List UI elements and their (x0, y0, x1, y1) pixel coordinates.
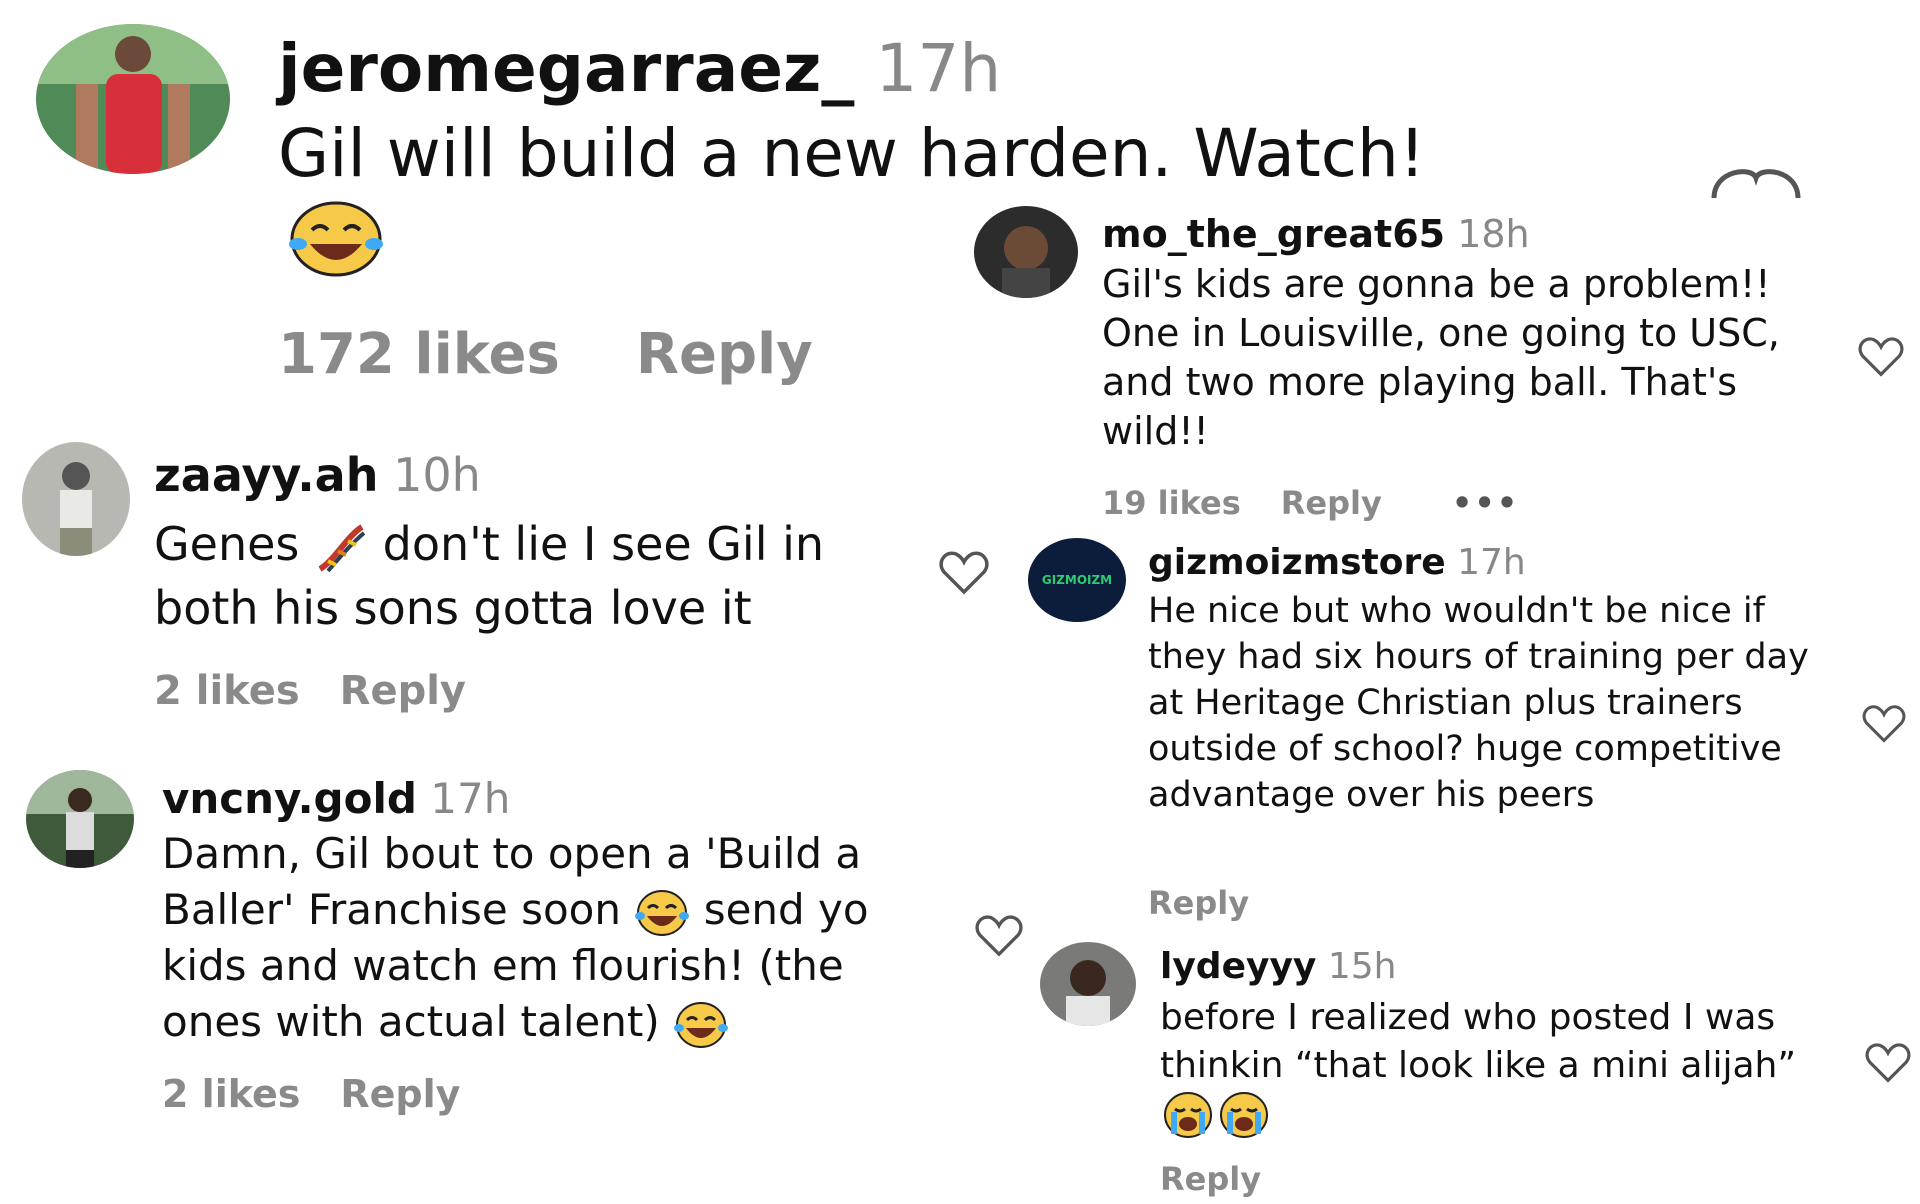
likes-count[interactable]: 2 likes (162, 1072, 300, 1116)
comment-header: mo_the_great65 18h (1102, 212, 1530, 256)
dna-icon (314, 521, 368, 575)
comment-text: Damn, Gil bout to open a 'Build a Baller… (162, 826, 902, 1050)
username[interactable]: vncny.gold (162, 774, 417, 823)
loudly-crying-face-icon (1162, 1090, 1272, 1140)
comment-meta: 2 likes Reply (154, 668, 506, 714)
timestamp: 18h (1457, 212, 1530, 256)
brand-logo-text: GIZMOIZM (1041, 573, 1113, 587)
username[interactable]: jeromegarraez_ (278, 30, 854, 107)
heart-icon[interactable] (1860, 704, 1908, 744)
reply-button[interactable]: Reply (1148, 884, 1249, 922)
reply-button[interactable]: Reply (340, 1072, 460, 1116)
username[interactable]: mo_the_great65 (1102, 212, 1445, 256)
likes-count[interactable]: 19 likes (1102, 484, 1241, 522)
face-with-tears-of-joy-icon (286, 200, 386, 278)
comment-meta: 172 likes Reply (278, 322, 853, 387)
comment-text: before I realized who posted I was think… (1160, 997, 1796, 1086)
comment-text: He nice but who wouldn't be nice if they… (1148, 591, 1809, 815)
face-with-tears-of-joy-icon (634, 888, 690, 938)
comment-header: zaayy.ah 10h (154, 448, 481, 502)
comment-meta: 19 likes Reply ••• (1102, 484, 1559, 522)
heart-icon[interactable] (1856, 336, 1906, 378)
likes-count[interactable]: 172 likes (278, 322, 560, 387)
timestamp: 15h (1327, 946, 1397, 987)
heart-icon[interactable] (938, 550, 990, 596)
timestamp: 17h (1457, 542, 1526, 583)
timestamp: 17h (875, 30, 1002, 107)
username[interactable]: lydeyyy (1160, 946, 1316, 987)
likes-count[interactable]: 2 likes (154, 668, 300, 714)
comment-text: Gil's kids are gonna be a problem!! One … (1102, 262, 1780, 453)
comment-meta: Reply (1160, 1160, 1301, 1198)
comment-meta: Reply (1148, 884, 1289, 922)
comment-text: Gil will build a new harden. Watch! (278, 115, 1426, 192)
reply-button[interactable]: Reply (340, 668, 466, 714)
avatar[interactable]: GIZMOIZM (1028, 538, 1126, 622)
reply-button[interactable]: Reply (1160, 1160, 1261, 1198)
avatar[interactable] (974, 206, 1078, 298)
comment-meta: 2 likes Reply (162, 1072, 500, 1116)
avatar[interactable] (26, 770, 134, 868)
avatar[interactable] (1040, 942, 1136, 1026)
username[interactable]: gizmoizmstore (1148, 542, 1446, 583)
heart-icon[interactable] (1864, 1042, 1912, 1084)
more-options-icon[interactable]: ••• (1452, 484, 1519, 522)
timestamp: 17h (430, 774, 511, 823)
reply-button[interactable]: Reply (636, 322, 813, 387)
heart-icon[interactable] (972, 914, 1026, 958)
comment-header: lydeyyy 15h (1160, 946, 1396, 987)
face-with-tears-of-joy-icon (673, 1000, 729, 1050)
comment-text-part: Genes (154, 517, 300, 571)
heart-icon[interactable] (1708, 164, 1804, 200)
avatar[interactable] (36, 24, 230, 174)
comment-text: Genes don't lie I see Gil in both his so… (154, 512, 894, 640)
comment-header: gizmoizmstore 17h (1148, 542, 1526, 583)
comment-header: vncny.gold 17h (162, 774, 510, 823)
reply-button[interactable]: Reply (1281, 484, 1382, 522)
timestamp: 10h (393, 448, 481, 502)
avatar[interactable] (22, 442, 130, 556)
comment-header: jeromegarraez_ 17h (278, 30, 1001, 107)
username[interactable]: zaayy.ah (154, 448, 378, 502)
